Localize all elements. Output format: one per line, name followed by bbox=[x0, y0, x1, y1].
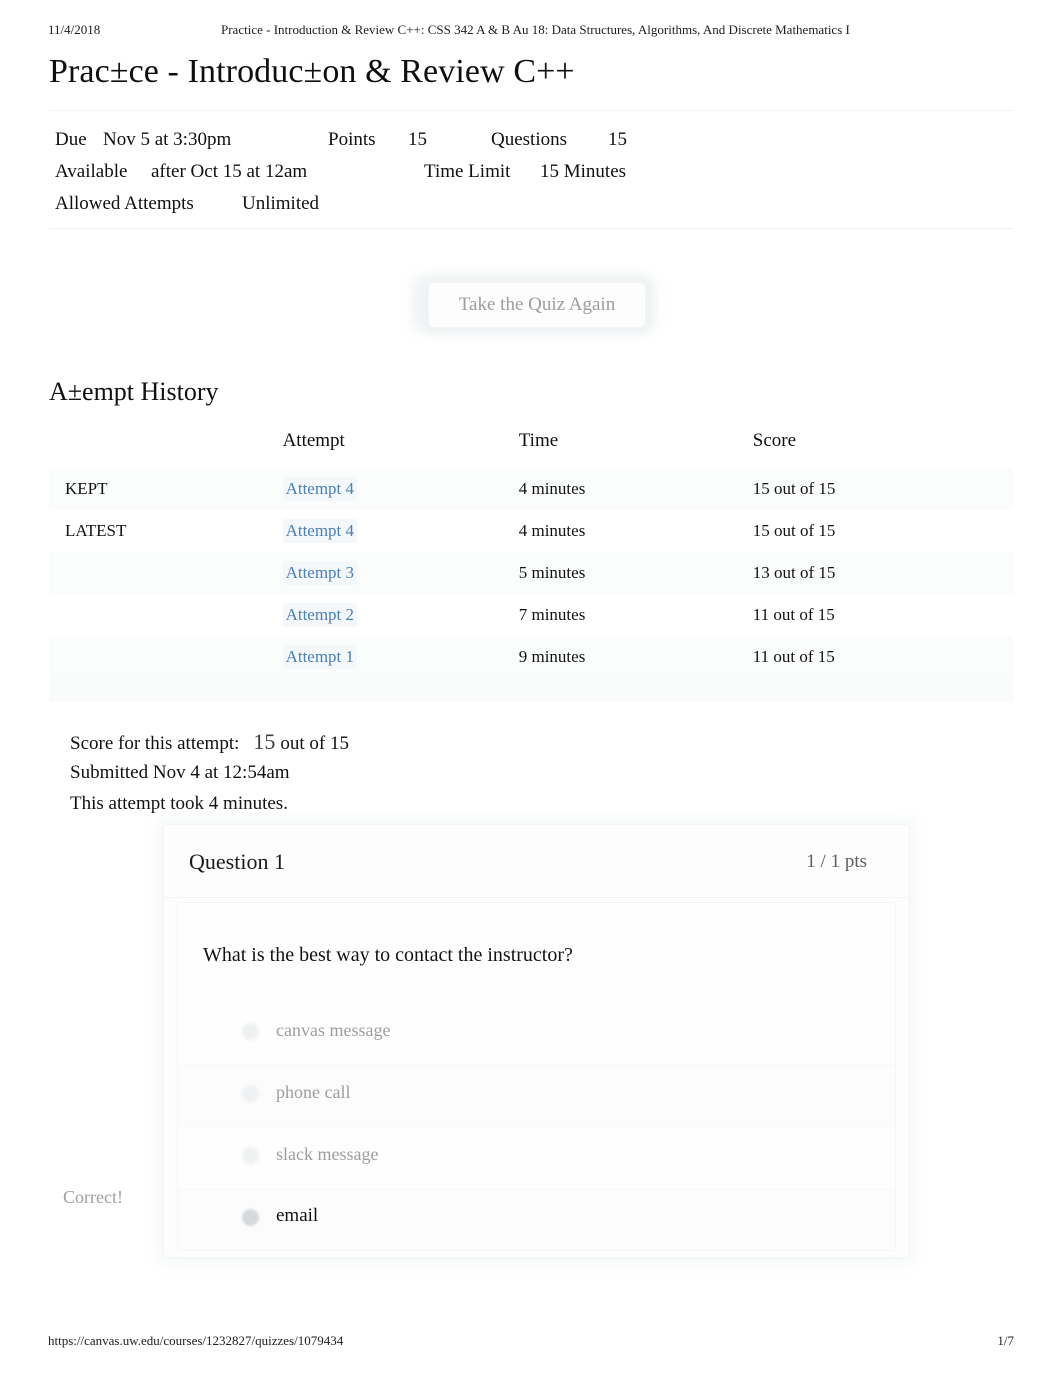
score-value: 15 bbox=[253, 729, 276, 754]
row-time: 7 minutes bbox=[518, 605, 586, 624]
row-attempt: Attempt 1 bbox=[282, 636, 519, 678]
attempt-link[interactable]: Attempt 4 bbox=[282, 477, 358, 501]
score-for-attempt-line: Score for this attempt: 15 out of 15 bbox=[70, 726, 349, 757]
answer-label: slack message bbox=[276, 1144, 379, 1164]
print-date: 11/4/2018 bbox=[48, 22, 101, 37]
row-attempt: Attempt 3 bbox=[282, 552, 519, 594]
answer-list: canvas message phone call slack message … bbox=[178, 1003, 895, 1250]
question-card: Question 1 1 / 1 pts What is the best wa… bbox=[163, 824, 910, 1258]
row-score: 11 out of 15 bbox=[752, 636, 1013, 678]
score-summary: Score for this attempt: 15 out of 15 Submi… bbox=[70, 726, 349, 819]
row-marker bbox=[49, 552, 283, 594]
table-row: Attempt 1 9 minutes 11 out of 15 bbox=[49, 636, 1013, 678]
question-points: 1 / 1 pts bbox=[806, 851, 867, 872]
points-value: 15 bbox=[408, 129, 427, 150]
table-row: Attempt 3 5 minutes 13 out of 15 bbox=[49, 552, 1013, 594]
row-score: 15 out of 15 bbox=[752, 521, 836, 540]
allowed-attempts-label: Allowed Attempts bbox=[55, 193, 194, 214]
row-attempt: Attempt 2 bbox=[282, 594, 519, 636]
footer-url: https://canvas.uw.edu/courses/1232827/qu… bbox=[48, 1333, 344, 1348]
answer-option-phone-call[interactable]: phone call bbox=[178, 1065, 895, 1127]
answer-label: phone call bbox=[276, 1082, 351, 1102]
column-header-time: Time bbox=[518, 430, 559, 451]
questions-value: 15 bbox=[608, 129, 627, 150]
row-time: 4 minutes bbox=[518, 521, 586, 540]
row-score: 15 out of 15 bbox=[752, 468, 1013, 510]
attempt-link[interactable]: Attempt 2 bbox=[282, 603, 358, 627]
correct-answer-flag: Correct! bbox=[63, 1187, 123, 1207]
column-header-marker bbox=[49, 430, 283, 468]
row-marker bbox=[49, 636, 283, 678]
page-title: Prac±ce - Introduc±on & Review C++ bbox=[49, 53, 575, 90]
question-body: What is the best way to contact the inst… bbox=[177, 902, 896, 1251]
question-header: Question 1 1 / 1 pts bbox=[164, 825, 909, 898]
table-row: Attempt 2 7 minutes 11 out of 15 bbox=[49, 594, 1013, 636]
quiz-meta-row-due: Due Nov 5 at 3:30pm Points 15 Questions … bbox=[55, 124, 955, 156]
footer-page-number: 1/7 bbox=[997, 1333, 1014, 1348]
quiz-meta-block: Due Nov 5 at 3:30pm Points 15 Questions … bbox=[55, 124, 955, 220]
radio-button-selected-icon[interactable] bbox=[242, 1209, 259, 1226]
table-header-row: Attempt Time Score bbox=[49, 430, 1013, 468]
print-page-title: Practice - Introduction & Review C++: CS… bbox=[221, 22, 850, 37]
due-value: Nov 5 at 3:30pm bbox=[103, 129, 232, 150]
row-marker: KEPT bbox=[49, 468, 283, 510]
answer-label: canvas message bbox=[276, 1020, 391, 1040]
available-label: Available bbox=[55, 161, 128, 182]
score-label: Score for this attempt: bbox=[70, 733, 240, 754]
answer-option-email[interactable]: email bbox=[178, 1189, 895, 1250]
attempt-link[interactable]: Attempt 1 bbox=[282, 645, 358, 669]
row-attempt: Attempt 4 bbox=[282, 468, 519, 510]
meta-divider-top bbox=[49, 110, 1013, 111]
question-text: What is the best way to contact the inst… bbox=[203, 944, 573, 966]
table-row: LATEST Attempt 4 4 minutes 15 out of 15 bbox=[49, 510, 1013, 552]
duration-line: This attempt took 4 minutes. bbox=[70, 793, 288, 814]
radio-button-icon[interactable] bbox=[242, 1147, 259, 1164]
due-label: Due bbox=[55, 129, 87, 150]
take-quiz-again-button[interactable]: Take the Quiz Again bbox=[428, 282, 646, 328]
column-header-attempt: Attempt bbox=[282, 430, 345, 451]
print-header: 11/4/2018 Practice - Introduction & Revi… bbox=[0, 22, 1062, 44]
row-marker bbox=[49, 594, 283, 636]
attempt-history-body: KEPT Attempt 4 4 minutes 15 out of 15 LA… bbox=[49, 468, 1013, 678]
attempt-history-head: Attempt Time Score bbox=[49, 430, 1013, 468]
answer-option-slack-message[interactable]: slack message bbox=[178, 1127, 895, 1189]
attempt-link[interactable]: Attempt 4 bbox=[282, 519, 358, 543]
time-limit-label: Time Limit bbox=[424, 161, 511, 182]
column-header-score: Score bbox=[752, 430, 797, 451]
row-time: 9 minutes bbox=[518, 636, 753, 678]
submitted-line: Submitted Nov 4 at 12:54am bbox=[70, 762, 290, 783]
quiz-meta-row-available: Available after Oct 15 at 12am Time Limi… bbox=[55, 156, 955, 188]
answer-label: email bbox=[276, 1205, 319, 1226]
row-attempt: Attempt 4 bbox=[282, 510, 519, 552]
score-out-of: out of 15 bbox=[280, 733, 349, 754]
row-score: 13 out of 15 bbox=[752, 552, 1013, 594]
attempt-history-heading: A±empt History bbox=[49, 377, 219, 406]
row-marker: LATEST bbox=[65, 521, 127, 540]
meta-divider-bottom bbox=[49, 228, 1013, 229]
print-footer: https://canvas.uw.edu/courses/1232827/qu… bbox=[0, 1333, 1062, 1353]
answer-option-canvas-message[interactable]: canvas message bbox=[178, 1003, 895, 1065]
questions-label: Questions bbox=[491, 129, 567, 150]
radio-button-icon[interactable] bbox=[242, 1085, 259, 1102]
row-time: 5 minutes bbox=[518, 552, 753, 594]
row-time: 4 minutes bbox=[518, 468, 753, 510]
take-quiz-again-container: Take the Quiz Again bbox=[404, 268, 662, 340]
quiz-meta-row-attempts: Allowed Attempts Unlimited bbox=[55, 188, 955, 220]
row-score: 11 out of 15 bbox=[752, 605, 835, 624]
allowed-attempts-value: Unlimited bbox=[242, 193, 320, 214]
attempt-history-table: Attempt Time Score KEPT Attempt 4 4 minu… bbox=[49, 430, 1013, 678]
available-value: after Oct 15 at 12am bbox=[151, 161, 308, 182]
question-name: Question 1 bbox=[189, 849, 285, 874]
table-row: KEPT Attempt 4 4 minutes 15 out of 15 bbox=[49, 468, 1013, 510]
attempt-history-footer-band bbox=[49, 676, 1013, 702]
radio-button-icon[interactable] bbox=[242, 1023, 259, 1040]
points-label: Points bbox=[328, 129, 376, 150]
attempt-link[interactable]: Attempt 3 bbox=[282, 561, 358, 585]
time-limit-value: 15 Minutes bbox=[540, 161, 627, 182]
